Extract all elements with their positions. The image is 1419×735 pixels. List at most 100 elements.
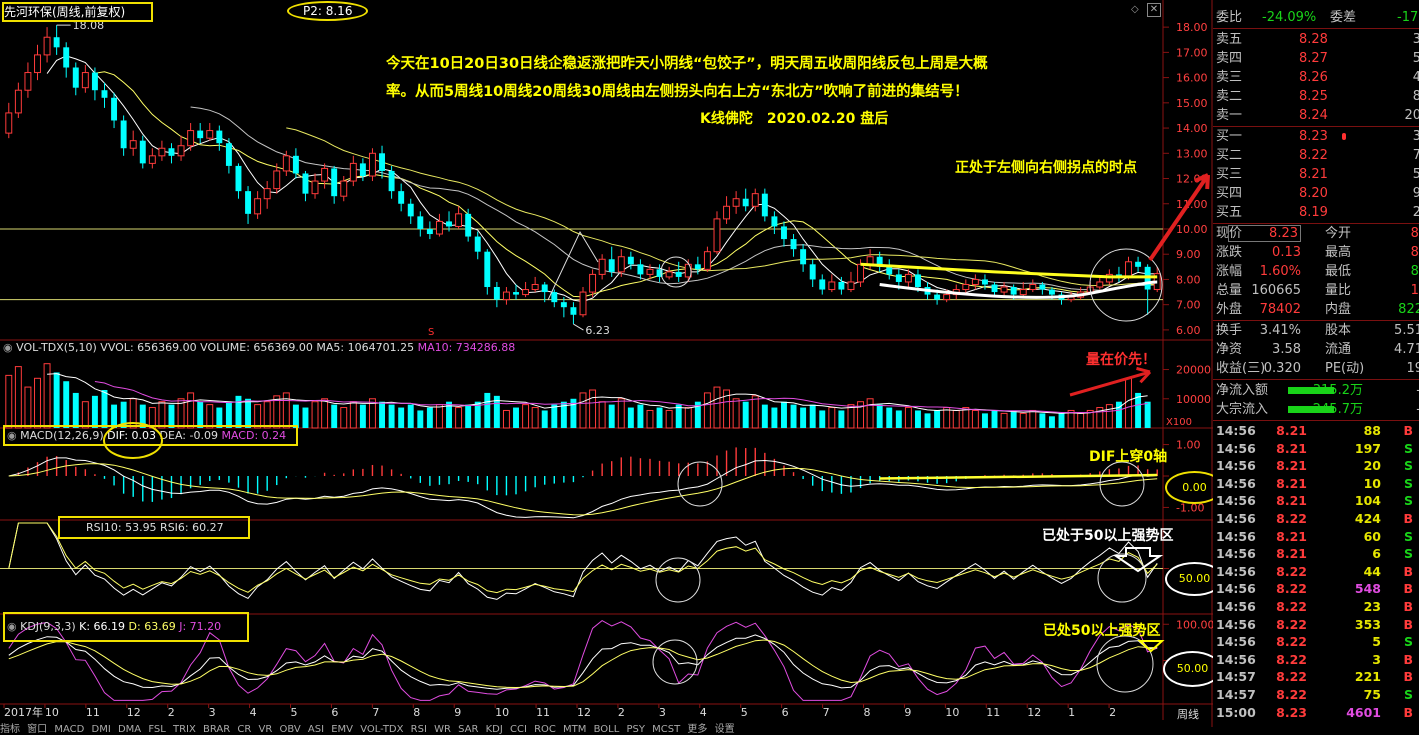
candle <box>91 67 98 101</box>
legend-toggle-icon[interactable]: ◉ <box>3 341 13 354</box>
candle <box>302 170 309 202</box>
candle <box>398 183 405 212</box>
candle <box>703 246 711 272</box>
volume-pane[interactable] <box>5 363 1151 429</box>
volume-axis-tick: 20000 <box>1176 364 1211 377</box>
candle <box>598 254 606 280</box>
price-axis-tick: 18.00 <box>1176 21 1208 34</box>
x-axis-label: 2017年 <box>4 705 43 719</box>
candle <box>225 138 232 174</box>
x-axis-label: 4 <box>700 706 707 719</box>
macd-axis-tick: 1.00 <box>1176 439 1201 452</box>
volume-bar <box>53 372 60 428</box>
volume-legend: ◉ VOL-TDX(5,10) VVOL: 656369.00 VOLUME: … <box>3 341 516 354</box>
macd-pane[interactable] <box>8 447 1158 519</box>
tick-row: 14:56 8.21 20 S <box>1216 458 1413 474</box>
volume-bar <box>876 404 883 428</box>
candle <box>800 244 807 272</box>
candle <box>761 188 768 222</box>
volume-bar <box>617 398 625 429</box>
volume-bar <box>828 407 836 429</box>
volume-bar <box>991 410 998 428</box>
volume-bar <box>800 407 807 428</box>
quote-panel: 委比 -24.09% 委差 -17 卖五 8.28 3 卖四 8.27 5 卖三 8.26 4 卖… <box>1213 0 1419 727</box>
price-axis-tick: 10.00 <box>1176 223 1208 236</box>
candle <box>24 62 32 98</box>
volume-bar <box>904 407 912 429</box>
volume-bar <box>1010 410 1017 428</box>
x-axis-label: 9 <box>454 706 461 719</box>
candle <box>560 297 567 318</box>
volume-bar <box>761 404 768 428</box>
volume-bar <box>331 404 338 428</box>
tick-row: 14:56 8.22 44 B <box>1216 563 1413 579</box>
candle <box>637 259 644 280</box>
candle <box>407 198 414 224</box>
x-axis-label: 4 <box>250 706 257 719</box>
candle <box>321 163 329 189</box>
ma20-line <box>190 106 1158 291</box>
macd-dif-circle <box>103 422 163 459</box>
volume-bar <box>282 392 290 429</box>
tick-row: 14:56 8.21 10 S <box>1216 475 1413 491</box>
tick-row: 14:56 8.21 88 B <box>1216 423 1413 438</box>
candle <box>129 130 137 156</box>
volume-bar <box>703 392 711 429</box>
tick-row: 14:57 8.22 221 B <box>1216 669 1413 685</box>
volume-bar <box>1019 412 1027 429</box>
candle <box>665 266 673 280</box>
volume-bar <box>656 407 663 428</box>
price-axis-tick: 8.00 <box>1176 273 1201 286</box>
d-line <box>8 639 1158 689</box>
candle <box>63 42 70 78</box>
candle <box>790 234 797 257</box>
candle <box>1115 266 1122 282</box>
x-axis-label: 2 <box>1109 706 1116 719</box>
candle <box>886 259 893 280</box>
close-icon[interactable]: ✕ <box>1147 3 1161 17</box>
candle <box>589 269 597 298</box>
candle <box>368 148 376 182</box>
volume-bar <box>866 398 874 429</box>
volume-bar <box>732 398 740 429</box>
volume-bar <box>627 407 634 428</box>
volume-bar <box>398 407 405 428</box>
candle <box>81 64 89 93</box>
volume-bar <box>407 404 414 428</box>
x-axis-label: 7 <box>372 706 379 719</box>
candle <box>971 274 979 290</box>
x-axis-label: 10 <box>495 706 509 719</box>
candle <box>111 92 118 129</box>
candle <box>502 287 510 305</box>
annotation-line2: 率。从而5周线10周线20周线30周线由左侧拐头向右上方“东北方”吹响了前进的集… <box>386 84 969 100</box>
volume-bar <box>465 404 472 428</box>
indicator-menu[interactable]: 指标 窗口 MACD DMI DMA FSL TRIX BRAR CR VR O… <box>0 720 735 735</box>
candle <box>235 163 242 199</box>
price-axis-tick: 14.00 <box>1176 122 1208 135</box>
weibi-row: 委比 -24.09% 委差 -17 <box>1216 10 1419 25</box>
price-axis-tick: 13.00 <box>1176 147 1208 160</box>
x-axis-label: 2 <box>618 706 625 719</box>
candle <box>206 123 214 141</box>
candle <box>1058 292 1065 305</box>
volume-bar <box>541 410 548 428</box>
diamond-icon[interactable]: ◇ <box>1131 4 1139 15</box>
candle <box>781 221 787 247</box>
tick-row: 14:56 8.22 23 B <box>1216 599 1413 614</box>
stat2-row: 换手 3.41% 股本 5.51 <box>1216 323 1419 338</box>
volume-bar <box>435 404 443 429</box>
tick-row: 14:56 8.22 3 B <box>1216 651 1413 667</box>
volume-bar <box>455 407 463 429</box>
stat-row: 总量160665量比1. <box>1216 283 1419 298</box>
volume-bar <box>522 404 530 429</box>
x-axis-label: 10 <box>45 706 59 719</box>
dif-highlight <box>879 473 1158 480</box>
price-axis-tick: 15.00 <box>1176 97 1208 110</box>
bid-row: 买四 8.20 9 <box>1216 186 1419 201</box>
candle <box>245 186 252 224</box>
volume-bar <box>91 395 98 428</box>
x-axis-label: 10 <box>945 706 959 719</box>
x-axis-label: 3 <box>659 706 666 719</box>
x-axis-label: 12 <box>577 706 591 719</box>
weekly-label[interactable]: 周线 <box>1177 706 1199 722</box>
